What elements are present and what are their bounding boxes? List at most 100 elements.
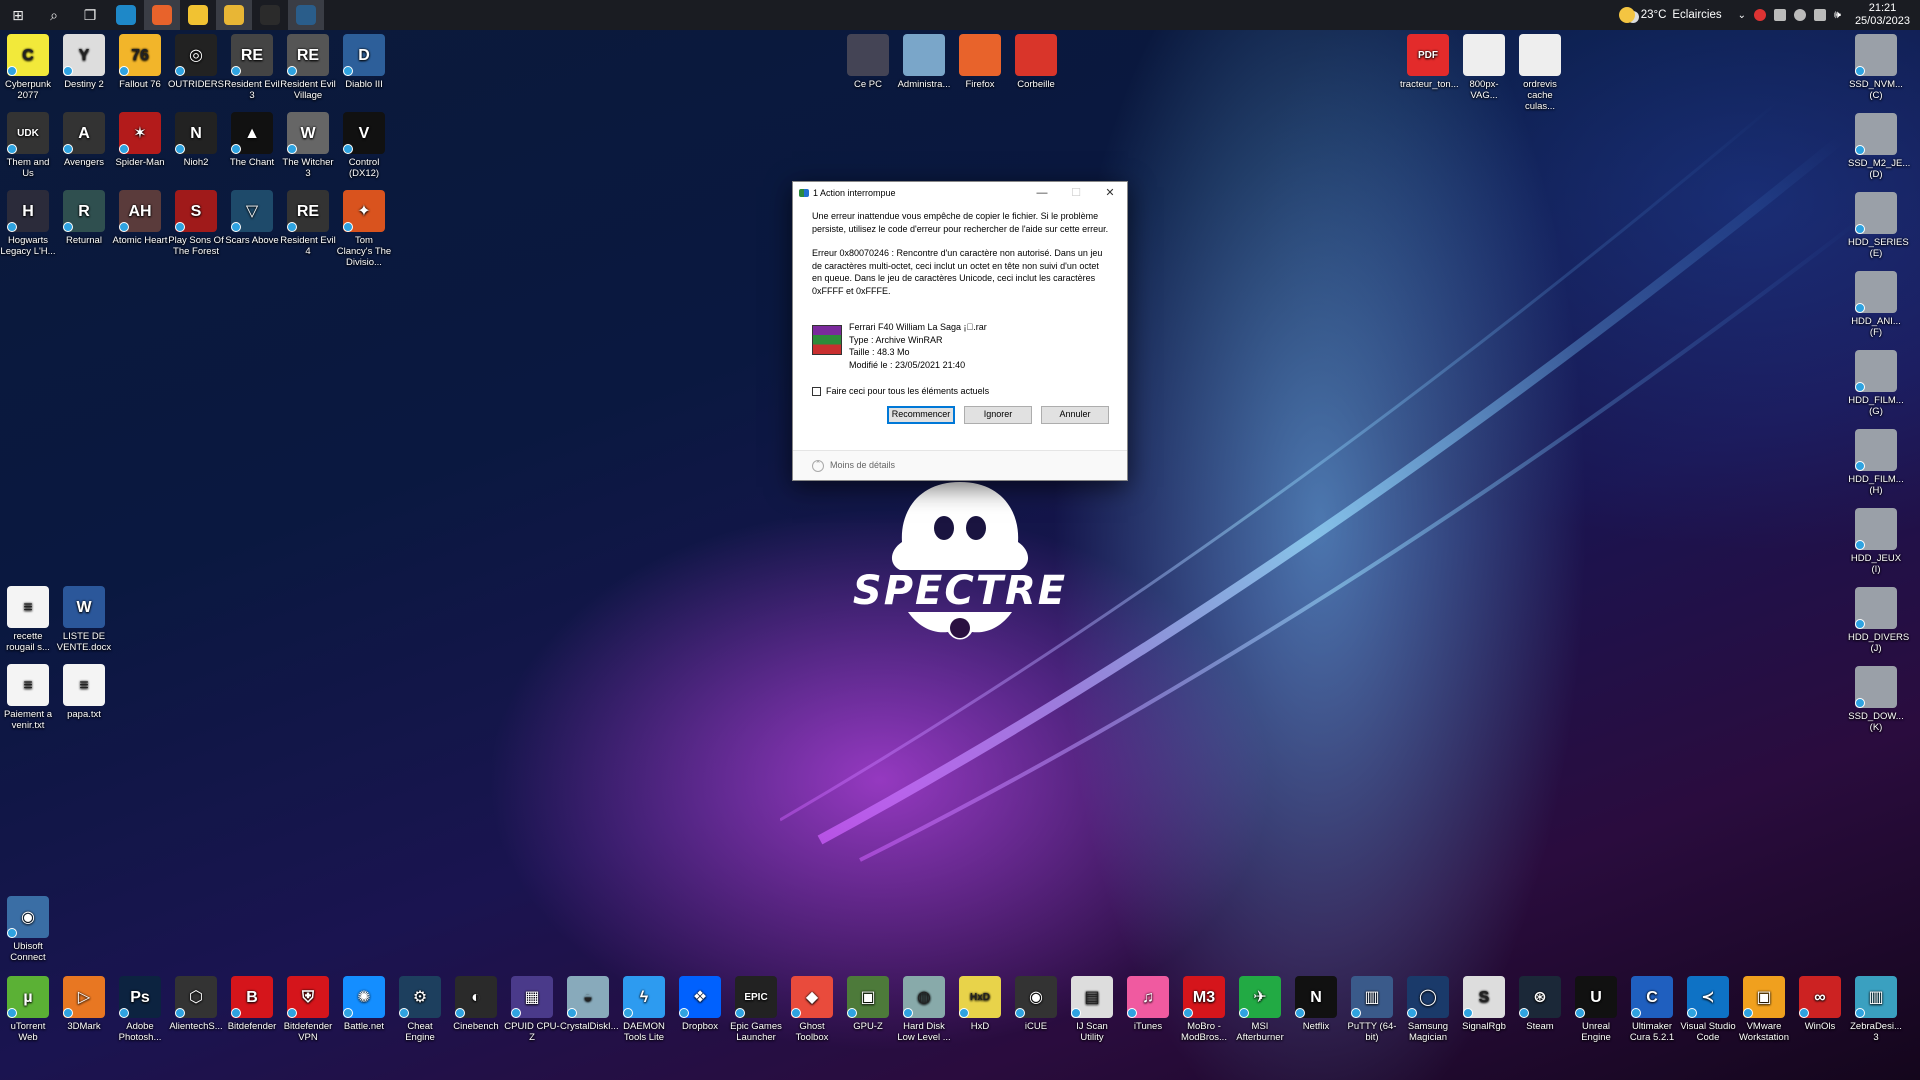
app-5[interactable]: ⛨ Bitdefender VPN	[280, 976, 336, 1043]
desktop-game-17[interactable]: S Play Sons Of The Forest	[168, 190, 224, 257]
app-32[interactable]: ∞ WinOls	[1792, 976, 1848, 1032]
desktop-game-18[interactable]: ▽ Scars Above	[224, 190, 280, 246]
drive-6[interactable]: HDD_JEUX (I)	[1848, 508, 1904, 575]
close-button[interactable]: ✕	[1093, 182, 1127, 204]
drive-0[interactable]: SSD_NVM... (C)	[1848, 34, 1904, 101]
tray-app-icon[interactable]	[1754, 9, 1766, 21]
desktop-game-3[interactable]: ◎ OUTRIDERS	[168, 34, 224, 90]
app-15[interactable]: ▣ GPU-Z	[840, 976, 896, 1032]
desktop-game-2[interactable]: 76 Fallout 76	[112, 34, 168, 90]
desktop-game-20[interactable]: ✦ Tom Clancy's The Divisio...	[336, 190, 392, 268]
app-24[interactable]: ▥ PuTTY (64-bit)	[1344, 976, 1400, 1043]
app-27[interactable]: ⊛ Steam	[1512, 976, 1568, 1032]
doc-0[interactable]: ≡ recette rougail s...	[0, 586, 56, 653]
app-26[interactable]: S SignalRgb	[1456, 976, 1512, 1032]
app-17[interactable]: HxD HxD	[952, 976, 1008, 1032]
desktop-game-7[interactable]: UDK Them and Us	[0, 112, 56, 179]
doc-2[interactable]: ≡ Paiement a venir.txt	[0, 664, 56, 731]
app-19[interactable]: ▤ IJ Scan Utility	[1064, 976, 1120, 1043]
task-view-button[interactable]: ❐	[72, 0, 108, 30]
search-button[interactable]: ⌕	[36, 0, 72, 30]
app-8[interactable]: ◐ Cinebench	[448, 976, 504, 1032]
apply-all-checkbox[interactable]: Faire ceci pour tous les éléments actuel…	[812, 385, 1109, 398]
volume-icon[interactable]: 🕪	[1834, 9, 1841, 22]
drive-5[interactable]: HDD_FILM... (H)	[1848, 429, 1904, 496]
desktop-game-6[interactable]: D Diablo III	[336, 34, 392, 90]
app-1[interactable]: ▷ 3DMark	[56, 976, 112, 1032]
app-31[interactable]: ▣ VMware Workstation	[1736, 976, 1792, 1043]
drive-1[interactable]: SSD_M2_JE... (D)	[1848, 113, 1910, 180]
desktop-game-15[interactable]: R Returnal	[56, 190, 112, 246]
start-button[interactable]: ⊞	[0, 0, 36, 30]
retry-button[interactable]: Recommencer	[887, 405, 955, 424]
app-14[interactable]: ◆ Ghost Toolbox	[784, 976, 840, 1043]
desktop-game-4[interactable]: RE Resident Evil 3	[224, 34, 280, 101]
ubisoft-connect[interactable]: ◉ Ubisoft Connect	[0, 896, 56, 963]
drive-3[interactable]: HDD_ANI... (F)	[1848, 271, 1904, 338]
taskbar-app-app-c[interactable]	[288, 0, 324, 30]
app-9[interactable]: ▦ CPUID CPU-Z	[504, 976, 560, 1043]
drive-8[interactable]: SSD_DOW... (K)	[1848, 666, 1904, 733]
desktop-game-5[interactable]: RE Resident Evil Village	[280, 34, 336, 101]
app-10[interactable]: ◒ CrystalDiskI...	[560, 976, 619, 1032]
desktop-game-16[interactable]: AH Atomic Heart	[112, 190, 168, 246]
desktop-game-19[interactable]: RE Resident Evil 4	[280, 190, 336, 257]
taskbar-app-explorer[interactable]	[180, 0, 216, 30]
weather-widget[interactable]: 23°C Eclaircies	[1618, 7, 1722, 23]
desktop-game-10[interactable]: N Nioh2	[168, 112, 224, 168]
doc-1[interactable]: W LISTE DE VENTE.docx	[56, 586, 112, 653]
app-16[interactable]: ◍ Hard Disk Low Level ...	[896, 976, 952, 1043]
desktop-file-0[interactable]: PDF tracteur_ton...	[1400, 34, 1459, 90]
app-3[interactable]: ⬡ AlientechS...	[168, 976, 224, 1032]
desktop-game-9[interactable]: ✶ Spider-Man	[112, 112, 168, 168]
app-13[interactable]: EPIC Epic Games Launcher	[728, 976, 784, 1043]
app-0[interactable]: µ uTorrent Web	[0, 976, 56, 1043]
steam-tray-icon[interactable]	[1774, 9, 1786, 21]
taskbar-app-firefox[interactable]	[144, 0, 180, 30]
minimize-button[interactable]: —	[1025, 182, 1059, 204]
app-21[interactable]: M3 MoBro - ModBros...	[1176, 976, 1232, 1043]
less-details-toggle[interactable]: ⌃ Moins de détails	[793, 450, 1127, 480]
app-2[interactable]: Ps Adobe Photosh...	[112, 976, 168, 1043]
desktop-center-3[interactable]: Corbeille	[1008, 34, 1064, 90]
taskbar-app-file-explorer-2[interactable]	[216, 0, 252, 30]
drive-7[interactable]: HDD_DIVERS (J)	[1848, 587, 1909, 654]
cloud-icon[interactable]	[1794, 9, 1806, 21]
drive-4[interactable]: HDD_FILM... (G)	[1848, 350, 1904, 417]
desktop-center-1[interactable]: Administra...	[896, 34, 952, 90]
app-11[interactable]: ϟ DAEMON Tools Lite	[616, 976, 672, 1043]
desktop-center-0[interactable]: Ce PC	[840, 34, 896, 90]
taskbar-app-edge[interactable]	[108, 0, 144, 30]
desktop-game-0[interactable]: C Cyberpunk 2077	[0, 34, 56, 101]
skip-button[interactable]: Ignorer	[964, 405, 1032, 424]
doc-3[interactable]: ≡ papa.txt	[56, 664, 112, 720]
desktop-file-1[interactable]: 800px-VAG...	[1456, 34, 1512, 101]
network-icon[interactable]	[1814, 9, 1826, 21]
clock[interactable]: 21:21 25/03/2023	[1855, 2, 1910, 28]
app-4[interactable]: B Bitdefender	[224, 976, 280, 1032]
app-18[interactable]: ◉ iCUE	[1008, 976, 1064, 1032]
desktop-game-11[interactable]: ▲ The Chant	[224, 112, 280, 168]
app-29[interactable]: C Ultimaker Cura 5.2.1	[1624, 976, 1680, 1043]
taskbar-app-terminal[interactable]	[252, 0, 288, 30]
app-25[interactable]: ◯ Samsung Magician	[1400, 976, 1456, 1043]
app-30[interactable]: ≺ Visual Studio Code	[1680, 976, 1736, 1043]
app-28[interactable]: U Unreal Engine	[1568, 976, 1624, 1043]
desktop-game-12[interactable]: W The Witcher 3	[280, 112, 336, 179]
desktop-center-2[interactable]: Firefox	[952, 34, 1008, 90]
app-6[interactable]: ✺ Battle.net	[336, 976, 392, 1032]
app-23[interactable]: N Netflix	[1288, 976, 1344, 1032]
checkbox-box[interactable]	[812, 386, 821, 396]
desktop-game-13[interactable]: V Control (DX12)	[336, 112, 392, 179]
desktop-game-1[interactable]: Y Destiny 2	[56, 34, 112, 90]
app-22[interactable]: ✈ MSI Afterburner	[1232, 976, 1288, 1043]
app-33[interactable]: ▥ ZebraDesi... 3	[1848, 976, 1904, 1043]
desktop-file-2[interactable]: ordrevis cache culas...	[1512, 34, 1568, 112]
desktop-game-14[interactable]: H Hogwarts Legacy L'H...	[0, 190, 56, 257]
desktop-game-8[interactable]: A Avengers	[56, 112, 112, 168]
chevron-up-icon[interactable]: ⌄	[1738, 10, 1746, 21]
cancel-button[interactable]: Annuler	[1041, 405, 1109, 424]
app-12[interactable]: ❖ Dropbox	[672, 976, 728, 1032]
drive-2[interactable]: HDD_SERIES (E)	[1848, 192, 1909, 259]
app-7[interactable]: ⚙ Cheat Engine	[392, 976, 448, 1043]
